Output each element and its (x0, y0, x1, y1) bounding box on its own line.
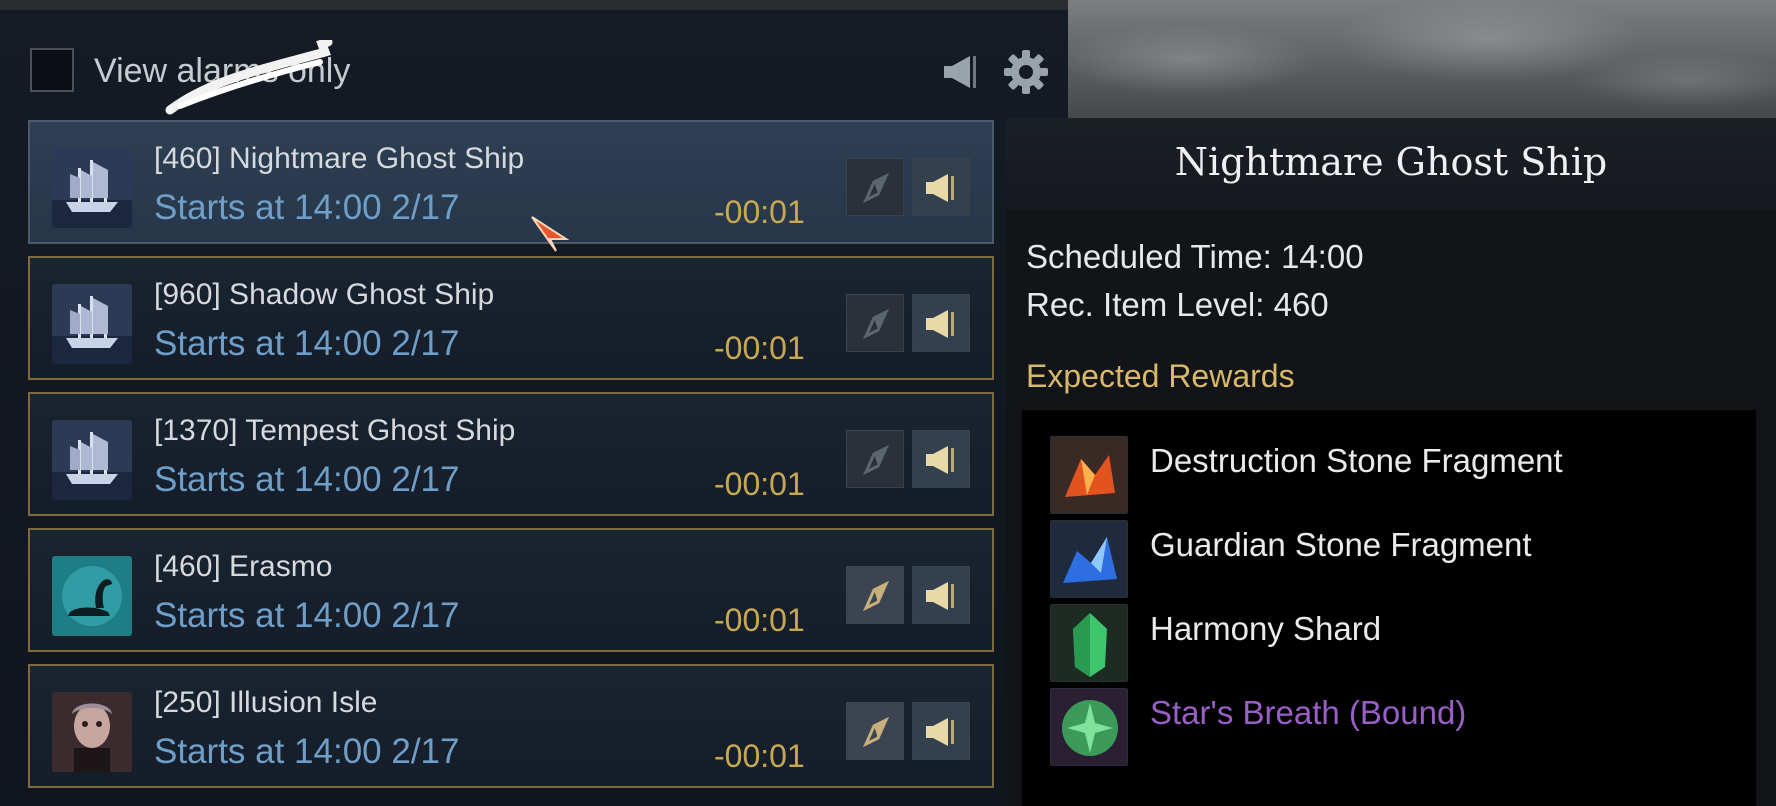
alarm-megaphone-icon[interactable] (940, 50, 984, 94)
event-list-panel: View alarms only [460] Nightmare Ghost S… (0, 10, 1068, 806)
event-row[interactable]: [1370] Tempest Ghost Ship Starts at 14:00… (28, 392, 994, 516)
alarm-megaphone-icon (926, 718, 954, 746)
background-texture (1068, 0, 1776, 118)
event-row[interactable]: [460] Erasmo Starts at 14:00 2/17 -00:01 (28, 528, 994, 652)
event-countdown: -00:01 (714, 194, 805, 230)
event-start-time: Starts at 14:00 2/17 (154, 732, 460, 771)
alarm-toggle-button[interactable] (912, 158, 970, 216)
event-name: [960] Shadow Ghost Ship (154, 278, 495, 311)
event-start-time: Starts at 14:00 2/17 (154, 596, 460, 635)
locate-button[interactable] (846, 430, 904, 488)
ghost-ship-icon (52, 284, 132, 364)
reward-name: Star's Breath (Bound) (1150, 694, 1467, 731)
reward-name: Guardian Stone Fragment (1150, 526, 1532, 563)
ghost-ship-icon (52, 420, 132, 500)
tooltip-title: Nightmare Ghost Ship (1174, 140, 1608, 184)
compass-icon (862, 172, 890, 204)
guardian-stone-icon (1050, 520, 1128, 598)
reward-item[interactable]: Star's Breath (Bound) (1050, 688, 1750, 768)
event-name: [460] Erasmo (154, 550, 333, 583)
alarm-toggle-button[interactable] (912, 294, 970, 352)
reward-item[interactable]: Destruction Stone Fragment (1050, 436, 1750, 516)
event-row[interactable]: [960] Shadow Ghost Ship Starts at 14:00 2… (28, 256, 994, 380)
rewards-list: Destruction Stone Fragment Guardian Stone… (1022, 410, 1756, 806)
portrait-icon (52, 692, 132, 772)
event-start-time: Starts at 14:00 2/17 (154, 324, 460, 363)
event-countdown: -00:01 (714, 466, 805, 502)
compass-icon (862, 308, 890, 340)
alarm-megaphone-icon (926, 582, 954, 610)
locate-button[interactable] (846, 702, 904, 760)
reward-item[interactable]: Harmony Shard (1050, 604, 1750, 684)
reward-item[interactable]: Guardian Stone Fragment (1050, 520, 1750, 600)
compass-icon (862, 580, 890, 612)
event-countdown: -00:01 (714, 602, 805, 638)
alarm-megaphone-icon (926, 174, 954, 202)
alarm-toggle-button[interactable] (912, 430, 970, 488)
harmony-shard-icon (1050, 604, 1128, 682)
tooltip-header: Nightmare Ghost Ship (1006, 118, 1776, 210)
event-name: [460] Nightmare Ghost Ship (154, 142, 525, 175)
event-tooltip: Nightmare Ghost Ship Scheduled Time: 14:… (1006, 118, 1776, 806)
compass-icon (862, 716, 890, 748)
alarm-toggle-button[interactable] (912, 566, 970, 624)
alarm-toggle-button[interactable] (912, 702, 970, 760)
alarm-megaphone-icon (926, 446, 954, 474)
event-countdown: -00:01 (714, 330, 805, 366)
event-countdown: -00:01 (714, 738, 805, 774)
event-start-time: Starts at 14:00 2/17 (154, 460, 460, 499)
view-alarms-only-checkbox[interactable] (30, 48, 74, 92)
destruction-stone-icon (1050, 436, 1128, 514)
view-alarms-only-label: View alarms only (94, 52, 351, 90)
stars-breath-icon (1050, 688, 1128, 766)
compass-icon (862, 444, 890, 476)
scheduled-time: Scheduled Time: 14:00 (1026, 238, 1364, 275)
locate-button[interactable] (846, 566, 904, 624)
sea-monster-icon (52, 556, 132, 636)
event-start-time: Starts at 14:00 2/17 (154, 188, 460, 227)
alarm-megaphone-icon (926, 310, 954, 338)
event-name: [250] Illusion Isle (154, 686, 378, 719)
event-row[interactable]: [250] Illusion Isle Starts at 14:00 2/17 -… (28, 664, 994, 788)
expected-rewards-heading: Expected Rewards (1026, 358, 1295, 394)
rec-item-level: Rec. Item Level: 460 (1026, 286, 1329, 323)
event-row[interactable]: [460] Nightmare Ghost Ship Starts at 14:0… (28, 120, 994, 244)
filter-bar: View alarms only (30, 40, 1050, 115)
reward-name: Harmony Shard (1150, 610, 1382, 647)
gear-icon[interactable] (1002, 48, 1050, 96)
ghost-ship-icon (52, 148, 132, 228)
locate-button[interactable] (846, 294, 904, 352)
locate-button[interactable] (846, 158, 904, 216)
event-name: [1370] Tempest Ghost Ship (154, 414, 516, 447)
reward-name: Destruction Stone Fragment (1150, 442, 1563, 479)
